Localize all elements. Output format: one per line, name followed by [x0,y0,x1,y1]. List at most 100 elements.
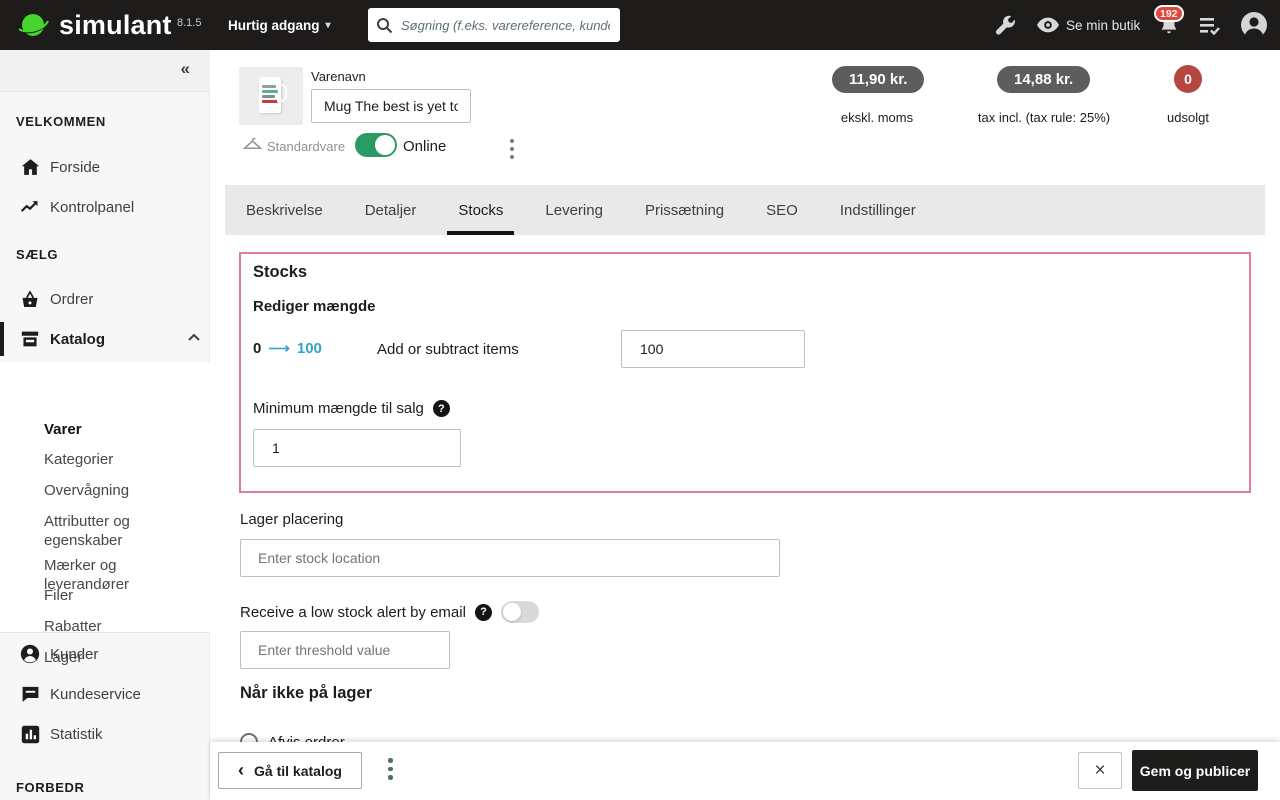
price-excl-caption: ekskl. moms [812,110,942,125]
add-subtract-label: Add or subtract items [377,341,519,358]
sidebar-item-label: Forside [50,159,100,176]
app-logo[interactable]: simulant [16,0,172,50]
threshold-input[interactable] [240,631,450,669]
online-toggle[interactable] [355,133,397,157]
price-excl-pill: 11,90 kr. [832,66,924,93]
low-stock-alert-row: Receive a low stock alert by email ? [240,601,539,623]
tab-levering[interactable]: Levering [524,185,624,235]
sidebar-item-label: Ordrer [50,291,93,308]
min-qty-label: Minimum mængde til salg [253,400,424,417]
stocks-panel: Stocks Rediger mængde 0 ⟶ 100 Add or sub… [239,252,1251,493]
sidebar-item-label: Katalog [50,331,105,348]
sidebar-item-label: Kontrolpanel [50,199,134,216]
store-icon [20,329,40,349]
sidebar-item-kontrolpanel[interactable]: Kontrolpanel [0,190,210,224]
trending-up-icon [20,197,40,217]
product-name-input[interactable] [311,89,471,123]
close-icon: × [1094,760,1105,782]
debug-wrench-icon[interactable] [995,0,1016,50]
price-incl-caption: tax incl. (tax rule: 25%) [954,110,1134,125]
low-stock-alert-label: Receive a low stock alert by email [240,604,466,621]
min-qty-row: Minimum mængde til salg ? [253,400,450,417]
logo-text: simulant [59,10,172,41]
sidebar-item-ordrer[interactable]: Ordrer [0,282,210,316]
sidebar-item-label: Kunder [50,646,98,663]
search-icon [376,17,393,34]
stock-location-field [240,539,780,577]
close-button[interactable]: × [1078,752,1122,789]
min-qty-field [253,429,461,467]
add-subtract-field [621,330,805,368]
submenu-item-rabatter[interactable]: Rabatter [44,617,202,636]
low-stock-alert-toggle[interactable] [501,601,539,623]
notifications-badge: 192 [1154,5,1184,22]
bar-chart-icon [20,724,40,744]
submenu-item-kategorier[interactable]: Kategorier [44,450,202,469]
tab-indstillinger[interactable]: Indstillinger [819,185,937,235]
help-icon[interactable]: ? [433,400,450,417]
quantity-from: 0 [253,340,261,357]
sidebar-header: « [0,50,210,92]
search-input[interactable] [399,17,612,34]
katalog-submenu: Varer Kategorier Overvågning Attributter… [0,362,210,632]
add-subtract-input[interactable] [621,330,805,368]
product-tabs: Beskrivelse Detaljer Stocks Levering Pri… [225,185,1265,235]
footer-action-bar: ‹ Gå til katalog × Gem og publicer [210,742,1280,800]
multistore-list-icon[interactable] [1198,0,1222,50]
basket-icon [20,289,40,309]
version-label: 8.1.5 [177,17,201,29]
sidebar-item-forside[interactable]: Forside [0,150,210,184]
account-avatar-icon[interactable] [1240,0,1268,50]
tab-stocks[interactable]: Stocks [437,185,524,235]
product-name-label: Varenavn [311,69,366,84]
top-bar: simulant 8.1.5 Hurtig adgang ▾ Se min bu… [0,0,1280,50]
submenu-item-attributter[interactable]: Attributter og egenskaber [44,512,202,550]
sidebar-section-welcome: VELKOMMEN [16,114,106,129]
submenu-item-filer[interactable]: Filer [44,586,202,605]
chat-bubble-icon [20,684,40,704]
submenu-item-overvaagning[interactable]: Overvågning [44,481,202,500]
person-icon [20,644,40,664]
price-incl-pill: 14,88 kr. [997,66,1090,93]
planet-logo-icon [16,10,50,40]
tab-beskrivelse[interactable]: Beskrivelse [225,185,344,235]
min-qty-input[interactable] [253,429,461,467]
go-to-catalog-label: Gå til katalog [254,763,342,779]
admin-product-page: simulant 8.1.5 Hurtig adgang ▾ Se min bu… [0,0,1280,800]
sidebar-item-katalog[interactable]: Katalog [0,322,214,356]
tab-seo[interactable]: SEO [745,185,819,235]
submenu-item-varer[interactable]: Varer [44,420,202,439]
product-header-kebab-menu[interactable] [510,139,514,159]
quantity-delta-row: 0 ⟶ 100 [253,339,322,357]
arrow-right-icon: ⟶ [268,339,290,357]
tab-detaljer[interactable]: Detaljer [344,185,438,235]
save-publish-button[interactable]: Gem og publicer [1132,750,1258,791]
stocks-panel-title: Stocks [253,263,307,282]
tab-prissaetning[interactable]: Prissætning [624,185,745,235]
quick-access-menu[interactable]: Hurtig adgang ▾ [228,0,331,50]
product-type-label: Standardvare [267,139,345,154]
sidebar-item-kundeservice[interactable]: Kundeservice [0,677,210,711]
product-name-field [311,89,471,123]
go-to-catalog-button[interactable]: ‹ Gå til katalog [218,752,362,789]
home-icon [20,157,40,177]
quick-access-label: Hurtig adgang [228,18,320,33]
sidebar: « VELKOMMEN Forside Kontrolpanel SÆLG Or… [0,50,210,800]
sidebar-section-sell: SÆLG [16,247,58,262]
help-icon[interactable]: ? [475,604,492,621]
mug-image [259,77,281,113]
view-shop-link[interactable]: Se min butik [1037,0,1140,50]
sidebar-item-kunder[interactable]: Kunder [0,637,210,671]
sidebar-section-improve: FORBEDR [16,780,84,795]
quantity-to: 100 [297,340,322,357]
caret-down-icon: ▾ [326,20,331,31]
threshold-field [240,631,450,669]
stock-location-input[interactable] [240,539,780,577]
sidebar-item-statistik[interactable]: Statistik [0,717,210,751]
stock-location-label: Lager placering [240,511,343,528]
footer-kebab-menu[interactable] [388,758,393,780]
eye-icon [1037,17,1059,33]
hanger-icon [243,136,262,154]
sidebar-item-label: Statistik [50,726,103,743]
collapse-sidebar-icon[interactable]: « [181,59,190,79]
